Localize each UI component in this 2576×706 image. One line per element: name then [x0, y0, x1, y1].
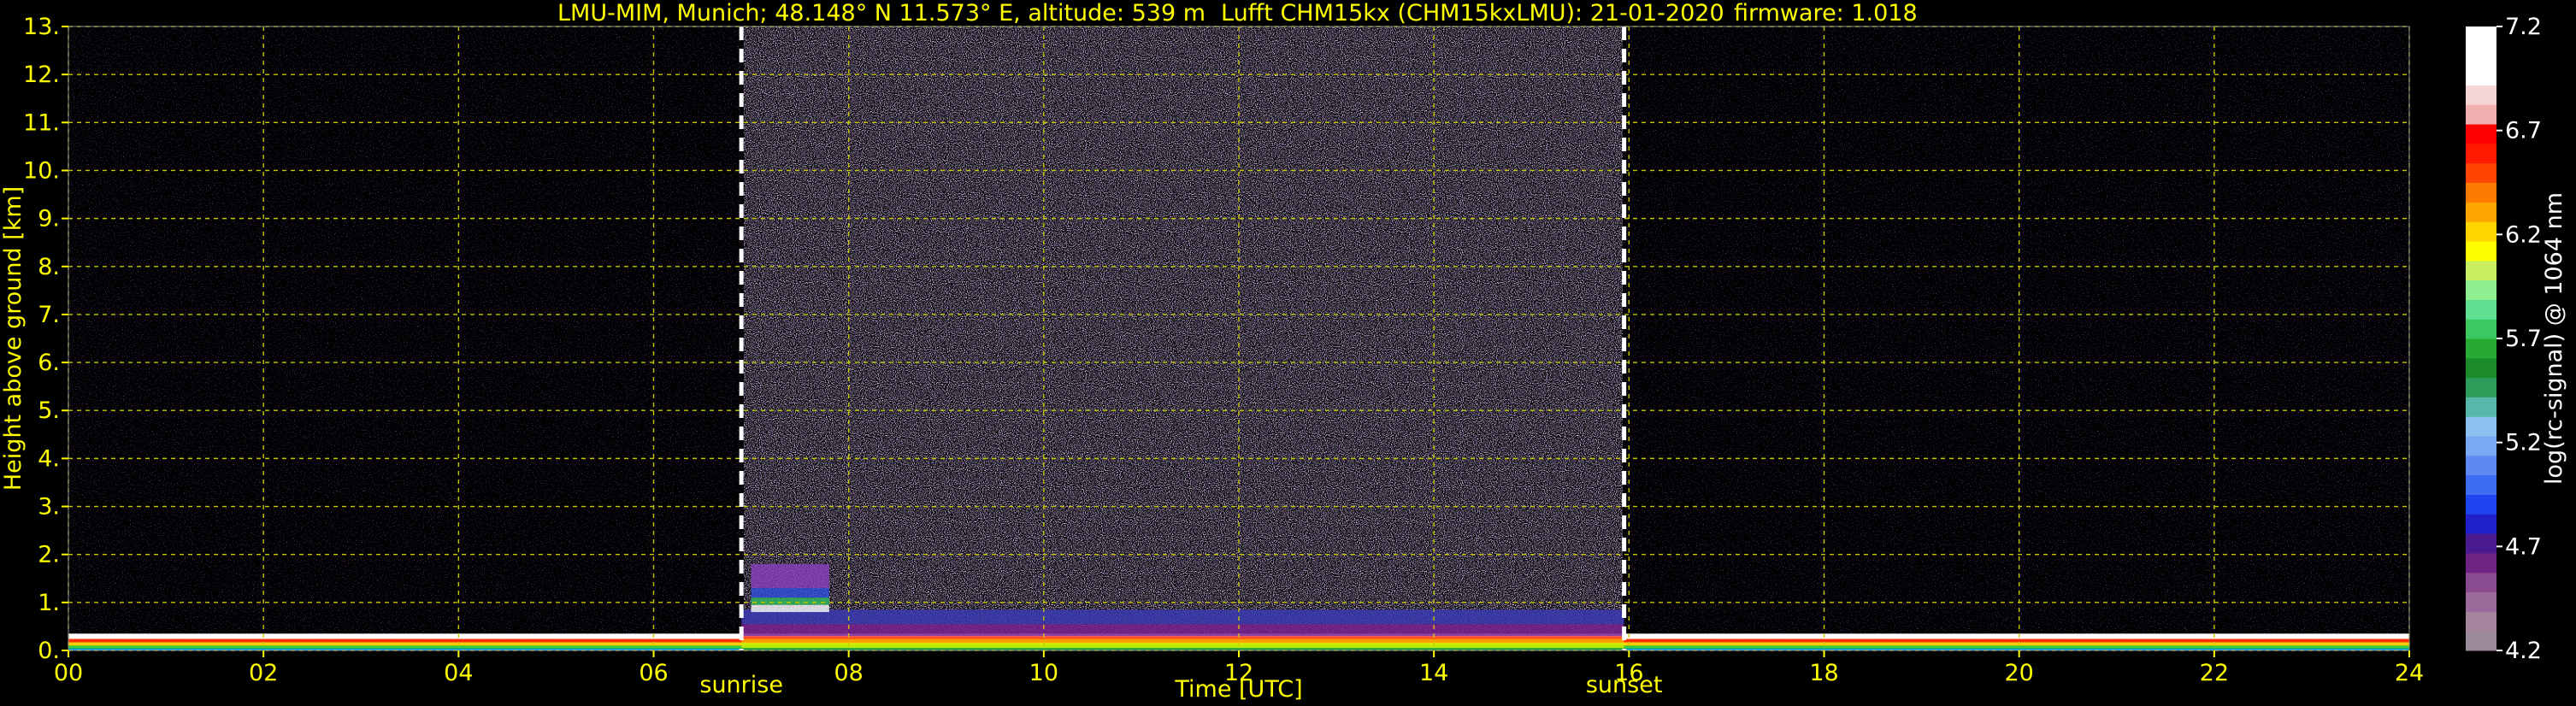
- colorbar-tick-label: 4.2: [2505, 638, 2542, 664]
- y-tick-label: 4.: [38, 445, 60, 472]
- colorbar-segment: [2466, 65, 2496, 85]
- aerosol-layer-band: [741, 609, 1624, 625]
- colorbar-segment: [2466, 124, 2496, 144]
- x-tick-label: 06: [639, 660, 668, 686]
- colorbar-label: log(rc-signal) @ 1064 nm: [2541, 192, 2567, 485]
- event-label-sunrise: sunrise: [699, 672, 783, 698]
- y-tick-label: 6.: [38, 350, 60, 376]
- colorbar-segment: [2466, 85, 2496, 105]
- lidar-chart: LMU-MIM, Munich; 48.148° N 11.573° E, al…: [0, 0, 2567, 703]
- y-tick-label: 10.: [23, 157, 60, 184]
- colorbar-tick-label: 5.7: [2505, 326, 2542, 352]
- colorbar-segment: [2466, 533, 2496, 554]
- colorbar-segment: [2466, 416, 2496, 437]
- title-station: LMU-MIM, Munich; 48.148° N 11.573° E, al…: [557, 0, 1205, 26]
- colorbar-segment: [2466, 514, 2496, 534]
- day-noise: [744, 26, 1623, 650]
- y-tick-label: 2.: [38, 542, 60, 568]
- colorbar-ticks: 4.2 4.7 5.2 5.7 6.2 6.7 7.2: [2496, 14, 2542, 664]
- colorbar-segment: [2466, 397, 2496, 417]
- colorbar-segment: [2466, 260, 2496, 281]
- x-tick-label: 24: [2395, 660, 2424, 686]
- colorbar-segment: [2466, 162, 2496, 183]
- x-tick-label: 10: [1029, 660, 1058, 686]
- plot-area: sunrise sunset: [68, 26, 2410, 698]
- y-tick-label: 3.: [38, 494, 60, 521]
- colorbar-segment: [2466, 436, 2496, 456]
- x-tick-label: 08: [834, 660, 863, 686]
- colorbar-segment: [2466, 202, 2496, 222]
- chart-title: LMU-MIM, Munich; 48.148° N 11.573° E, al…: [557, 0, 1918, 26]
- title-instrument: Lufft CHM15kx (CHM15kxLMU): 21-01-2020: [1221, 0, 1724, 26]
- x-tick-label: 14: [1419, 660, 1448, 686]
- y-tick-label: 13.: [23, 14, 60, 40]
- x-tick-label: 18: [1809, 660, 1838, 686]
- cloud-layer-band: [751, 597, 829, 605]
- colorbar-tick-label: 5.2: [2505, 430, 2542, 456]
- colorbar-segment: [2466, 552, 2496, 574]
- colorbar-tick-label: 7.2: [2505, 14, 2542, 40]
- colorbar-segment: [2466, 357, 2496, 379]
- colorbar-segment: [2466, 474, 2496, 495]
- colorbar-segment: [2466, 182, 2496, 203]
- colorbar-segment: [2466, 221, 2496, 242]
- night-noise-right: [1623, 26, 2409, 650]
- colorbar-segment: [2466, 631, 2496, 651]
- x-axis-label: Time [UTC]: [1174, 676, 1302, 703]
- y-tick-label: 5.: [38, 397, 60, 424]
- colorbar-segment: [2466, 319, 2496, 339]
- colorbar-segment: [2466, 611, 2496, 632]
- y-tick-label: 7.: [38, 302, 60, 328]
- colorbar-segment: [2466, 455, 2496, 476]
- colorbar-segment: [2466, 377, 2496, 397]
- cloud-layer-band: [751, 604, 829, 613]
- x-tick-label: 22: [2200, 660, 2229, 686]
- colorbar-segment: [2466, 338, 2496, 359]
- colorbar-segment: [2466, 45, 2496, 67]
- colorbar-segment: [2466, 26, 2496, 47]
- colorbar-segment: [2466, 104, 2496, 125]
- x-tick-label: 04: [444, 660, 473, 686]
- y-tick-label: 1.: [38, 590, 60, 616]
- aerosol-layer-band: [741, 643, 1624, 649]
- y-tick-label: 9.: [38, 206, 60, 232]
- title-firmware: firmware: 1.018: [1734, 0, 1918, 26]
- colorbar-tick-label: 6.2: [2505, 221, 2542, 248]
- x-tick-label: 02: [249, 660, 278, 686]
- aerosol-layer-band: [741, 636, 1624, 639]
- night-noise-left: [68, 26, 744, 650]
- y-tick-label: 0.: [38, 638, 60, 664]
- colorbar-segment: [2466, 279, 2496, 300]
- x-tick-label: 16: [1614, 660, 1643, 686]
- aerosol-layer-band: [741, 638, 1624, 644]
- colorbar-segment: [2466, 572, 2496, 593]
- colorbar-segment: [2466, 240, 2496, 262]
- y-tick-label: 8.: [38, 254, 60, 280]
- colorbar-segment: [2466, 494, 2496, 515]
- aerosol-layer-band: [741, 624, 1624, 637]
- y-tick-label: 11.: [23, 109, 60, 136]
- y-axis: 0. 1. 2. 3. 4. 5. 6. 7. 8. 9. 10. 11. 12. 13.: [23, 14, 68, 664]
- colorbar-tick-label: 6.7: [2505, 118, 2542, 144]
- colorbar-segment: [2466, 299, 2496, 320]
- colorbar-tick-label: 4.7: [2505, 533, 2542, 560]
- cloud-layer-band: [751, 563, 829, 588]
- colorbar-segment: [2466, 591, 2496, 612]
- cloud-layer-band: [751, 588, 829, 598]
- colorbar: 4.2 4.7 5.2 5.7 6.2 6.7 7.2 log(rc-signal) @ 1…: [2466, 14, 2567, 664]
- colorbar-segments: [2466, 26, 2496, 651]
- x-tick-label: 20: [2004, 660, 2033, 686]
- y-tick-label: 12.: [23, 62, 60, 88]
- y-axis-label: Height above ground [km]: [0, 186, 27, 491]
- colorbar-segment: [2466, 143, 2496, 164]
